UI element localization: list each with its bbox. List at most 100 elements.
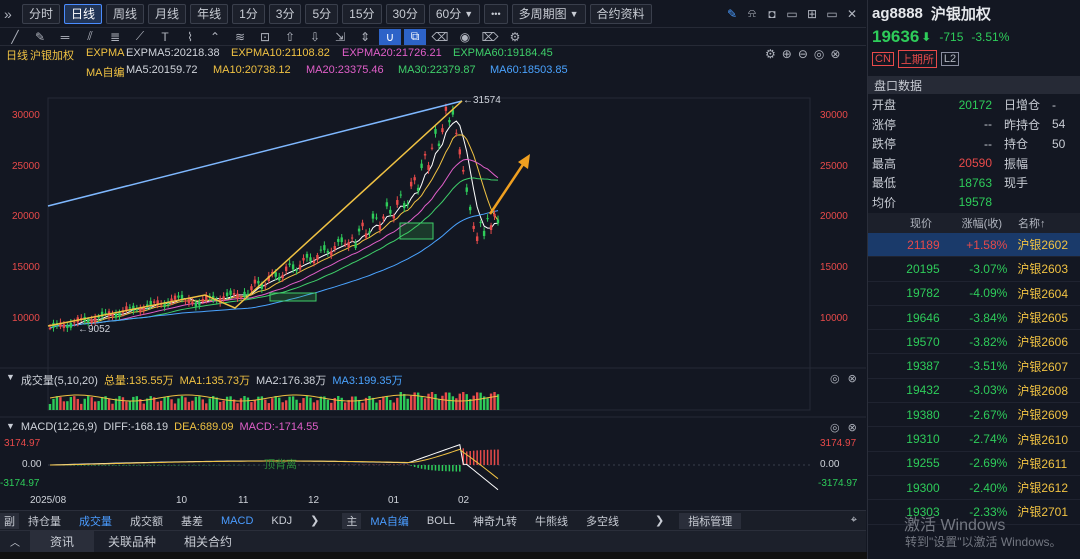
settings-icon[interactable]: ⚙ [765, 47, 776, 61]
sub-tab-macd[interactable]: MACD [212, 515, 262, 527]
bottom-tab[interactable]: 关联品种 [94, 533, 170, 550]
chevron-right-icon[interactable]: ❯ [301, 514, 328, 527]
contract-row[interactable]: 19646 -3.84% 沪银2605 [868, 306, 1080, 331]
contract-info-button[interactable]: 合约资料 [589, 3, 652, 24]
contract-row[interactable]: 19782 -4.09% 沪银2604 [868, 282, 1080, 306]
period-button[interactable]: 5分 [305, 3, 339, 24]
wave-tool-icon[interactable]: ⌇ [179, 29, 201, 45]
list-header-pct[interactable]: 涨幅(收) [944, 215, 1012, 231]
depth-key: 均价 [872, 195, 897, 210]
sub-tab[interactable]: KDJ [262, 515, 301, 527]
quote-price: 19636 [872, 27, 920, 46]
chevron-right-icon[interactable]: ❯ [646, 514, 673, 527]
hline-tool-icon[interactable]: ═ [54, 29, 76, 45]
candle-body [243, 291, 246, 297]
bell-icon[interactable]: ⍾ [744, 6, 760, 22]
trash-tool-icon[interactable]: ⌦ [479, 29, 501, 45]
target-icon[interactable]: ◎ [830, 372, 840, 385]
close-icon[interactable]: ⊗ [848, 421, 857, 434]
candle-body [93, 317, 97, 323]
bottom-tab[interactable]: 资讯 [30, 530, 95, 553]
down-arrow-icon: ⬇ [921, 30, 932, 44]
period-button[interactable]: 1分 [232, 3, 265, 24]
edit-icon[interactable]: ✎ [724, 6, 740, 22]
location-icon[interactable]: ⌖ [842, 514, 866, 527]
layout-icon[interactable]: ⊞ [804, 6, 820, 22]
period-button[interactable]: 3分 [268, 3, 302, 24]
multi-period-button[interactable]: 多周期图 ▼ [511, 3, 586, 24]
period-button[interactable]: 15分 [342, 3, 382, 24]
main-tab-ma[interactable]: MA自编 [361, 513, 418, 529]
period-button[interactable]: 年线 [190, 3, 229, 24]
contract-row[interactable]: 19380 -2.67% 沪银2609 [868, 403, 1080, 428]
period-button[interactable]: 30分 [385, 3, 425, 24]
zoom-in-icon[interactable]: ⊕ [782, 47, 792, 61]
eye-tool-icon[interactable]: ◉ [454, 29, 476, 45]
sub-tab-volume[interactable]: 成交量 [70, 513, 121, 529]
eraser-tool-icon[interactable]: ⌫ [429, 29, 451, 45]
contract-row[interactable]: 19310 -2.74% 沪银2610 [868, 427, 1080, 452]
magnet-tool-icon[interactable]: ∪ [379, 28, 401, 45]
contract-row[interactable]: 19255 -2.69% 沪银2611 [868, 452, 1080, 476]
sub-tab[interactable]: 持仓量 [19, 513, 70, 529]
ma5-value: MA5:20159.72 [126, 64, 198, 76]
fib-tool-icon[interactable]: ≣ [104, 29, 126, 45]
period-button-daily[interactable]: 日线 [64, 3, 103, 24]
ruler-tool-icon[interactable]: ⇕ [354, 29, 376, 45]
close-icon[interactable]: ✕ [844, 6, 860, 22]
candle-body [257, 280, 260, 284]
indicator-manage-button[interactable]: 指标管理 [679, 512, 742, 529]
target-icon[interactable]: ◎ [814, 47, 824, 61]
arrow-up-tool-icon[interactable]: ⇧ [279, 29, 301, 45]
contract-row[interactable]: 19387 -3.51% 沪银2607 [868, 354, 1080, 379]
gann-tool-icon[interactable]: ⟋ [129, 29, 151, 45]
bottom-tab[interactable]: 相关合约 [170, 533, 246, 550]
window-icon[interactable]: ▭ [784, 6, 800, 22]
period-button[interactable]: 周线 [106, 3, 145, 24]
ma60-value: MA60:18503.85 [490, 64, 568, 76]
main-tab[interactable]: 多空线 [577, 513, 628, 529]
collapse-icon[interactable]: ▼ [6, 372, 15, 388]
measure-tool-icon[interactable]: ⇲ [329, 29, 351, 45]
shape-tool-icon[interactable]: ⊡ [254, 29, 276, 45]
contract-row[interactable]: 19432 -3.03% 沪银2608 [868, 379, 1080, 404]
period-button[interactable]: 分时 [22, 3, 61, 24]
cycle-tool-icon[interactable]: ≋ [229, 29, 251, 45]
contract-row[interactable]: 19300 -2.40% 沪银2612 [868, 476, 1080, 501]
volume-bar [135, 396, 139, 410]
volume-bar [59, 397, 62, 410]
channel-tool-icon[interactable]: ⫽ [79, 29, 101, 45]
period-button[interactable]: 月线 [148, 3, 187, 24]
period-select[interactable]: 60分 ▼ [428, 3, 481, 24]
collapse-up-icon[interactable]: ︿ [0, 534, 30, 549]
pen-tool-icon[interactable]: ✎ [29, 29, 51, 45]
minimize-icon[interactable]: ▭ [824, 6, 840, 22]
expand-panel-icon[interactable]: » [4, 6, 18, 22]
camera-icon[interactable]: ◘ [764, 6, 780, 22]
close-icon[interactable]: ⊗ [848, 372, 857, 385]
line-tool-icon[interactable]: ╱ [4, 29, 26, 45]
list-header-price[interactable]: 现价 [868, 215, 944, 231]
contract-row[interactable]: 21189 +1.58% 沪银2602 [868, 233, 1080, 258]
main-tab[interactable]: BOLL [418, 515, 464, 527]
pattern-tool-icon[interactable]: ⌃ [204, 29, 226, 45]
more-periods-button[interactable]: ••• [484, 3, 508, 24]
kline-chart[interactable] [0, 46, 866, 510]
target-icon[interactable]: ◎ [830, 421, 840, 434]
sub-tab[interactable]: 基差 [172, 513, 212, 529]
text-tool-icon[interactable]: T [154, 29, 176, 45]
settings-tool-icon[interactable]: ⚙ [504, 29, 526, 45]
lock-tool-icon[interactable]: ⧉ [404, 28, 426, 45]
main-tab[interactable]: 牛熊线 [526, 513, 577, 529]
volume-bar [340, 397, 343, 410]
zoom-out-icon[interactable]: ⊖ [798, 47, 808, 61]
main-tab[interactable]: 神奇九转 [464, 513, 526, 529]
arrow-down-tool-icon[interactable]: ⇩ [304, 29, 326, 45]
collapse-icon[interactable]: ▼ [6, 421, 15, 433]
sub-tab[interactable]: 成交额 [121, 513, 172, 529]
close-icon[interactable]: ⊗ [830, 47, 840, 61]
volume-ma-line [49, 394, 499, 402]
list-header-name[interactable]: 名称↑ [1012, 215, 1046, 231]
contract-row[interactable]: 19570 -3.82% 沪银2606 [868, 330, 1080, 355]
contract-row[interactable]: 20195 -3.07% 沪银2603 [868, 257, 1080, 282]
